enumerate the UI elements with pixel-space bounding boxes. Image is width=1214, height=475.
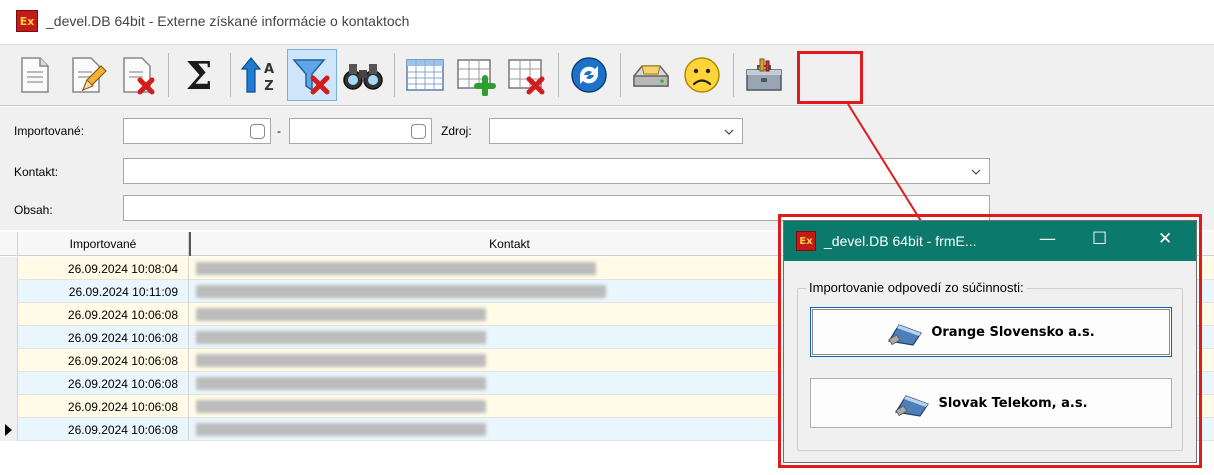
imported-from-checkbox[interactable] bbox=[250, 124, 265, 139]
toolbox-button[interactable] bbox=[739, 49, 789, 101]
usb-drive-icon bbox=[895, 395, 930, 417]
toolbar-separator bbox=[168, 53, 169, 97]
table-add-icon bbox=[457, 59, 496, 96]
import-telekom-label: Slovak Telekom, a.s. bbox=[938, 395, 1088, 411]
row-indicator[interactable] bbox=[0, 280, 18, 303]
app-logo-icon: Ex bbox=[16, 10, 38, 32]
row-indicator[interactable] bbox=[0, 395, 18, 418]
svg-text:Z: Z bbox=[264, 79, 273, 94]
delete-document-icon bbox=[123, 57, 155, 95]
row-indicator[interactable] bbox=[0, 326, 18, 349]
row-indicator[interactable] bbox=[0, 349, 18, 372]
minimize-button[interactable]: — bbox=[1039, 229, 1056, 249]
imported-from-input[interactable] bbox=[123, 118, 271, 144]
cell-imported: 26.09.2024 10:08:04 bbox=[18, 257, 189, 280]
delete-record-button[interactable] bbox=[112, 49, 162, 101]
table-add-button[interactable] bbox=[451, 49, 501, 101]
refresh-icon bbox=[571, 57, 607, 93]
edit-record-button[interactable] bbox=[61, 49, 111, 101]
row-indicator[interactable] bbox=[0, 418, 18, 441]
row-indicator[interactable] bbox=[0, 372, 18, 395]
cell-contact-redacted bbox=[196, 400, 486, 413]
toolbox-highlight-frame bbox=[797, 51, 863, 104]
import-orange-button[interactable]: Orange Slovensko a.s. bbox=[810, 307, 1172, 357]
cell-imported: 26.09.2024 10:06:08 bbox=[18, 303, 189, 326]
date-range-dash: - bbox=[277, 124, 281, 138]
toolbar: Σ A Z bbox=[0, 44, 1214, 106]
cell-contact-redacted bbox=[196, 331, 486, 344]
contact-dropdown[interactable] bbox=[123, 158, 990, 184]
filter-panel: Importované: - Zdroj: Kontakt: Obsah: bbox=[0, 107, 1214, 230]
cell-contact-redacted bbox=[196, 262, 596, 275]
row-indicator[interactable] bbox=[0, 303, 18, 326]
cell-imported: 26.09.2024 10:06:08 bbox=[18, 372, 189, 395]
chevron-down-icon bbox=[724, 129, 734, 135]
sum-button[interactable]: Σ bbox=[174, 49, 224, 101]
sad-face-button[interactable] bbox=[677, 49, 727, 101]
drive-button[interactable] bbox=[626, 49, 676, 101]
cell-contact-redacted bbox=[196, 308, 486, 321]
clear-filter-icon bbox=[292, 59, 330, 95]
toolbar-separator bbox=[230, 53, 231, 97]
usb-drive-icon bbox=[888, 324, 923, 346]
svg-text:Σ: Σ bbox=[186, 54, 213, 96]
toolbar-separator bbox=[558, 53, 559, 97]
clear-filter-button[interactable] bbox=[287, 49, 337, 101]
dialog-title: _devel.DB 64bit - frmE... bbox=[824, 233, 977, 249]
edit-document-icon bbox=[72, 57, 107, 93]
cell-contact-redacted bbox=[196, 377, 486, 390]
contact-label: Kontakt: bbox=[14, 165, 59, 179]
maximize-button[interactable]: ☐ bbox=[1092, 229, 1107, 249]
chevron-down-icon bbox=[971, 169, 981, 175]
table-view-button[interactable] bbox=[400, 49, 450, 101]
binoculars-icon bbox=[343, 64, 383, 90]
grid-corner bbox=[0, 232, 18, 256]
import-orange-label: Orange Slovensko a.s. bbox=[931, 324, 1095, 340]
toolbar-separator bbox=[620, 53, 621, 97]
disk-drive-icon bbox=[633, 65, 669, 87]
cell-imported: 26.09.2024 10:11:09 bbox=[18, 280, 189, 303]
cell-contact-redacted bbox=[196, 285, 606, 298]
sad-face-icon bbox=[684, 57, 720, 93]
table-icon bbox=[406, 59, 444, 91]
find-button[interactable] bbox=[338, 49, 388, 101]
refresh-button[interactable] bbox=[564, 49, 614, 101]
row-indicator[interactable] bbox=[0, 257, 18, 280]
cell-contact-redacted bbox=[196, 354, 486, 367]
svg-text:A: A bbox=[264, 62, 274, 77]
dialog-titlebar: Ex _devel.DB 64bit - frmE... — ☐ ✕ bbox=[784, 221, 1196, 261]
cell-contact-redacted bbox=[196, 423, 486, 436]
table-delete-icon bbox=[508, 59, 545, 95]
imported-to-checkbox[interactable] bbox=[411, 124, 426, 139]
new-record-button[interactable] bbox=[10, 49, 60, 101]
window-title: _devel.DB 64bit - Externe získané inform… bbox=[46, 13, 410, 29]
import-group-label: Importovanie odpovedí zo súčinnosti: bbox=[806, 280, 1027, 295]
column-header-contact[interactable]: Kontakt bbox=[189, 232, 829, 256]
source-dropdown[interactable] bbox=[489, 118, 743, 144]
new-document-icon bbox=[21, 57, 49, 93]
sort-button[interactable]: A Z bbox=[236, 49, 286, 101]
content-label: Obsah: bbox=[14, 203, 53, 217]
toolbox-icon bbox=[746, 58, 782, 91]
import-dialog: Ex _devel.DB 64bit - frmE... — ☐ ✕ Impor… bbox=[783, 220, 1197, 463]
imported-label: Importované: bbox=[14, 124, 85, 138]
sort-az-icon: A Z bbox=[240, 57, 274, 94]
table-delete-button[interactable] bbox=[502, 49, 552, 101]
source-label: Zdroj: bbox=[441, 124, 472, 138]
toolbar-separator bbox=[394, 53, 395, 97]
cell-imported: 26.09.2024 10:06:08 bbox=[18, 418, 189, 441]
sum-icon: Σ bbox=[186, 54, 213, 96]
cell-imported: 26.09.2024 10:06:08 bbox=[18, 326, 189, 349]
imported-to-input[interactable] bbox=[289, 118, 432, 144]
cell-imported: 26.09.2024 10:06:08 bbox=[18, 395, 189, 418]
window-titlebar: Ex _devel.DB 64bit - Externe získané inf… bbox=[0, 0, 1214, 42]
import-telekom-button[interactable]: Slovak Telekom, a.s. bbox=[810, 378, 1172, 428]
current-row-arrow-icon bbox=[5, 424, 12, 436]
cell-imported: 26.09.2024 10:06:08 bbox=[18, 349, 189, 372]
app-logo-icon: Ex bbox=[796, 231, 816, 251]
toolbar-separator bbox=[733, 53, 734, 97]
column-header-imported[interactable]: Importované bbox=[18, 232, 189, 256]
close-button[interactable]: ✕ bbox=[1158, 229, 1172, 249]
